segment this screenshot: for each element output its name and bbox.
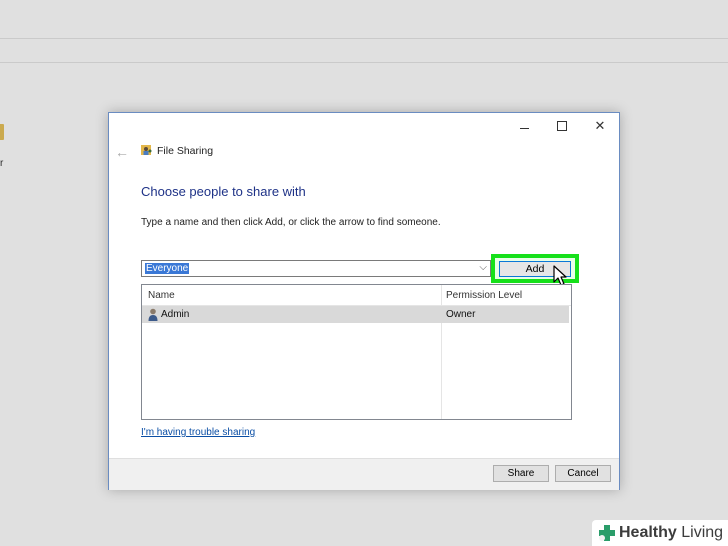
sharing-list: Name Permission Level Admin Owner (141, 284, 572, 420)
row-name: Admin (161, 309, 190, 320)
watermark-text-light: Living (681, 524, 724, 541)
cancel-button[interactable]: Cancel (555, 465, 611, 482)
column-header-name[interactable]: Name (148, 290, 175, 301)
dialog-instruction: Type a name and then click Add, or click… (141, 217, 441, 228)
maximize-button[interactable] (547, 117, 577, 135)
user-icon (148, 308, 158, 321)
dialog-body: ✕ ← File Sharing Choose people to share … (109, 113, 619, 458)
row-permission[interactable]: Owner (446, 309, 475, 320)
dialog-title: File Sharing (157, 145, 214, 157)
watermark-text: Healthy Living (619, 524, 723, 542)
healthy-living-logo-icon (599, 525, 615, 541)
trouble-sharing-link[interactable]: I'm having trouble sharing (141, 427, 255, 438)
file-sharing-dialog: ✕ ← File Sharing Choose people to share … (108, 112, 620, 490)
minimize-button[interactable] (509, 117, 539, 135)
back-arrow-icon[interactable]: ← (115, 144, 129, 160)
share-button[interactable]: Share (493, 465, 549, 482)
list-header: Name Permission Level (142, 285, 571, 306)
close-button[interactable]: ✕ (585, 117, 615, 135)
maximize-icon (557, 121, 567, 131)
healthy-living-watermark: Healthy Living (592, 520, 728, 546)
close-icon: ✕ (594, 118, 606, 133)
dialog-heading: Choose people to share with (141, 184, 306, 199)
minimize-icon (519, 127, 529, 129)
chevron-down-icon[interactable]: ⌵ (479, 262, 487, 273)
list-item[interactable]: Admin Owner (142, 306, 569, 323)
combobox-value: Everyone (145, 263, 190, 274)
people-combobox[interactable]: Everyone ⌵ (141, 260, 491, 277)
file-sharing-icon (141, 145, 152, 155)
watermark-text-bold: Healthy (619, 524, 677, 541)
column-header-permission[interactable]: Permission Level (446, 290, 522, 301)
